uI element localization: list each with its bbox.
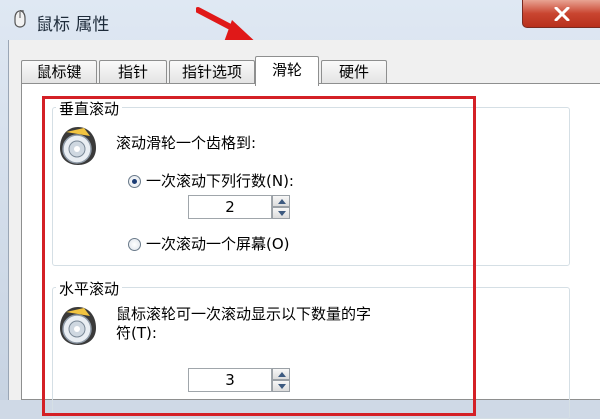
window-title: 鼠标 属性: [36, 15, 110, 35]
tab-pointers[interactable]: 指针: [99, 60, 167, 84]
annotation-highlight-box: [42, 96, 476, 416]
close-button[interactable]: [522, 0, 600, 28]
tab-pointer-options[interactable]: 指针选项: [169, 60, 255, 84]
mouse-properties-window: 鼠标 属性 鼠标键 指针 指针选项 滑轮 硬件 垂直滚动 滚动滑轮一个齿格到: …: [0, 0, 600, 419]
title-bar[interactable]: 鼠标 属性: [0, 0, 600, 40]
mouse-app-icon: [14, 10, 26, 28]
tab-wheel[interactable]: 滑轮: [255, 56, 319, 86]
tab-strip: 鼠标键 指针 指针选项 滑轮 硬件: [21, 56, 600, 86]
tab-hardware[interactable]: 硬件: [321, 60, 387, 84]
tab-mouse-buttons[interactable]: 鼠标键: [21, 60, 97, 84]
close-icon: [554, 7, 570, 21]
